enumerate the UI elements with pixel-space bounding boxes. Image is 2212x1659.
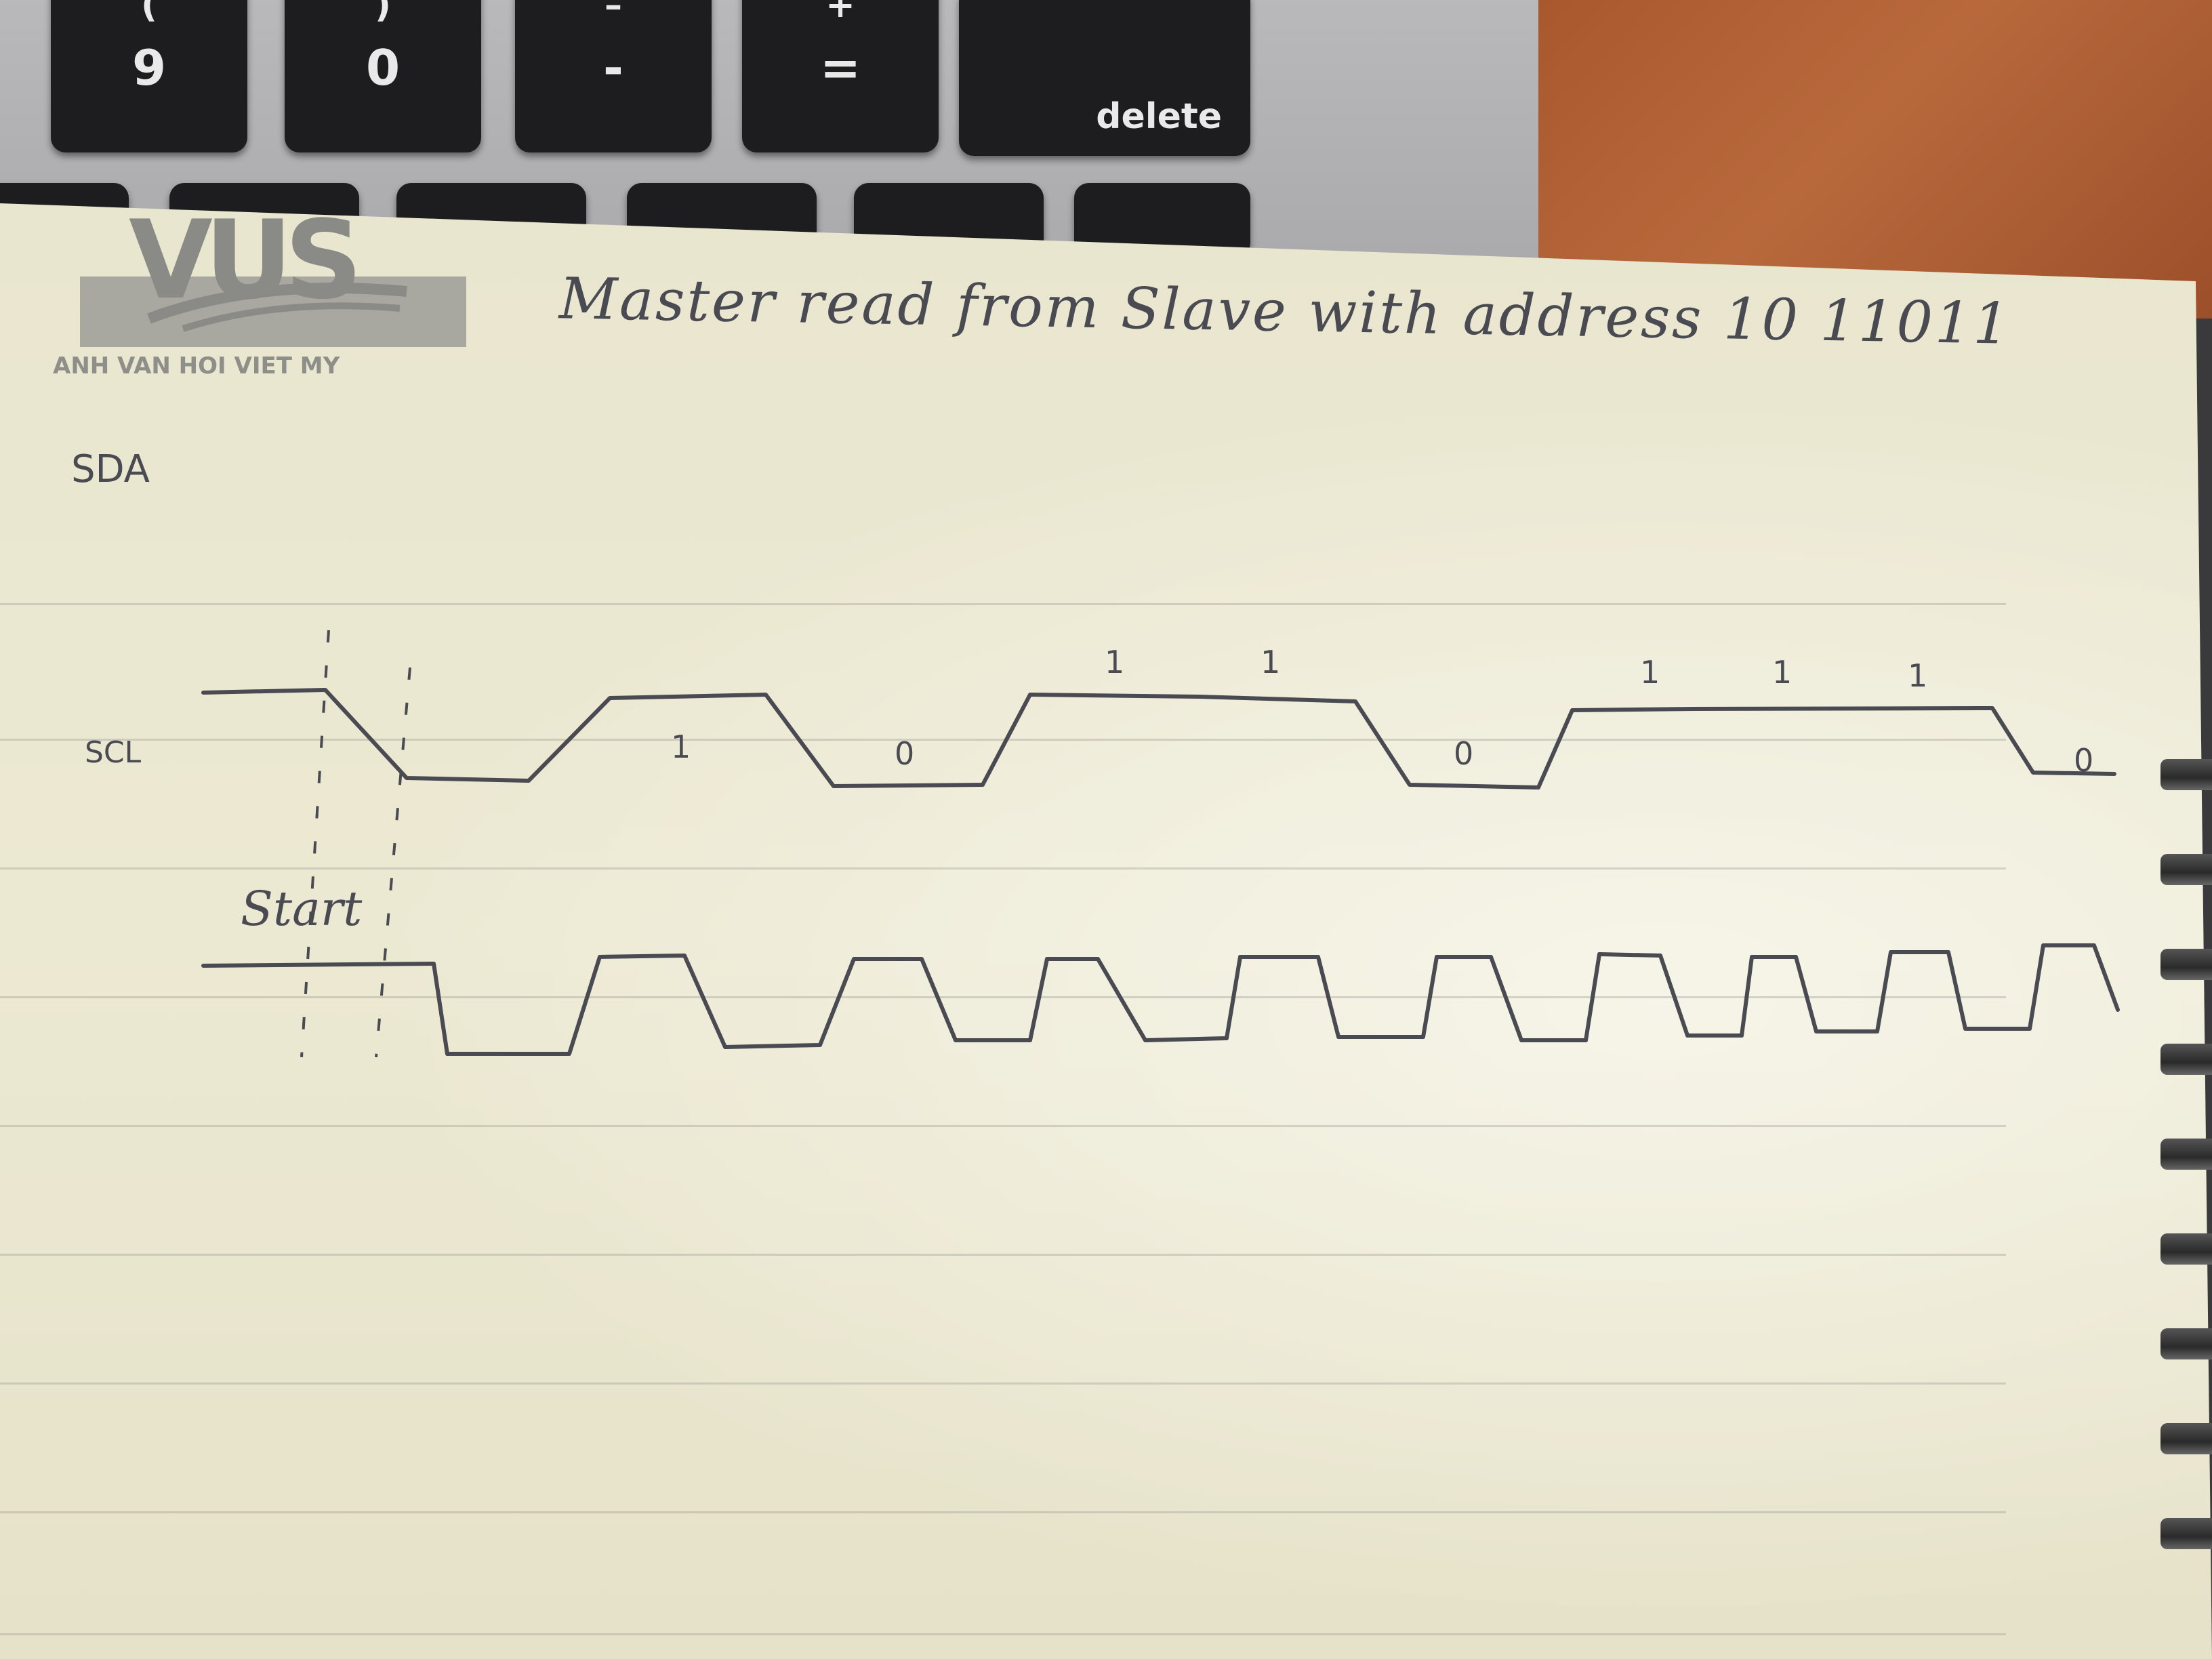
- spiral-ring: [2160, 1139, 2212, 1170]
- timing-diagram-sketch: [201, 630, 2120, 1058]
- spiral-ring: [2160, 1044, 2212, 1075]
- start-marker-line-2: [375, 667, 411, 1058]
- spiral-ring: [2160, 854, 2212, 885]
- scl-waveform: [201, 943, 2120, 1056]
- spiral-ring: [2160, 1518, 2212, 1549]
- spiral-ring: [2160, 1423, 2212, 1454]
- spiral-ring: [2160, 1233, 2212, 1265]
- spiral-ring: [2160, 949, 2212, 980]
- spiral-ring: [2160, 1328, 2212, 1359]
- spiral-ring: [2160, 759, 2212, 790]
- sda-waveform: [201, 688, 2116, 790]
- start-marker-line-1: [300, 630, 330, 1058]
